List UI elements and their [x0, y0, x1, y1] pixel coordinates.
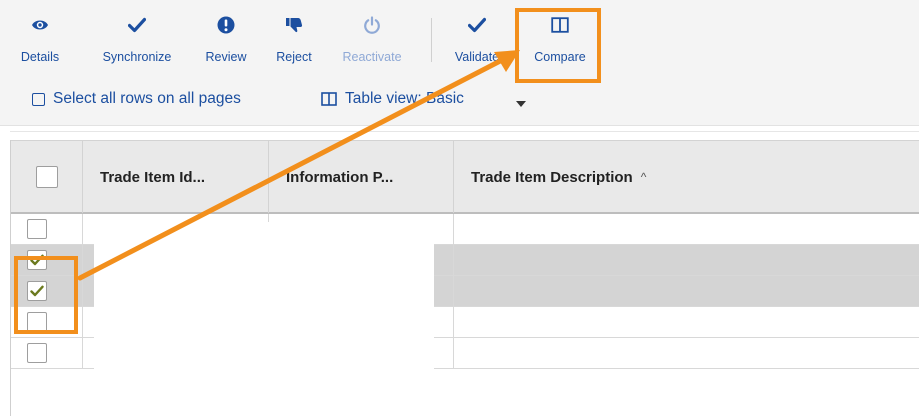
- validate-button[interactable]: Validate: [450, 10, 504, 72]
- trade-item-description-cell: [454, 214, 919, 244]
- table-view-selector[interactable]: Table view: Basic: [321, 90, 464, 108]
- table-header: Trade Item Id... Information P... Trade …: [11, 140, 919, 214]
- thumbs-down-icon: [285, 10, 303, 40]
- eye-icon: [31, 10, 49, 40]
- select-all-checkbox[interactable]: [32, 92, 45, 106]
- checkmark-icon: [468, 10, 486, 40]
- checkmark-icon: [128, 10, 146, 40]
- review-button[interactable]: Review: [196, 10, 256, 72]
- header-select-cell: [11, 141, 83, 213]
- toolbar-divider: [431, 18, 432, 62]
- sort-ascending-icon[interactable]: ^: [641, 170, 647, 184]
- reject-label: Reject: [276, 50, 312, 64]
- column-header-trade-item-description[interactable]: Trade Item Description ^: [454, 141, 919, 213]
- row-checkbox[interactable]: [27, 343, 47, 363]
- header-select-checkbox[interactable]: [35, 166, 58, 188]
- redaction-overlay: [94, 222, 434, 382]
- row-select-cell: [11, 338, 83, 368]
- details-button[interactable]: Details: [14, 10, 66, 72]
- trade-item-description-cell: [454, 338, 919, 368]
- highlight-selected-rows-box: [14, 256, 78, 334]
- column-header-trade-item-id[interactable]: Trade Item Id...: [83, 141, 269, 213]
- toolbar: Details Synchronize Review Reject Reacti…: [0, 0, 919, 126]
- reject-button[interactable]: Reject: [268, 10, 320, 72]
- table-view-dropdown-icon[interactable]: [516, 101, 526, 107]
- reactivate-button[interactable]: Reactivate: [332, 10, 412, 72]
- review-label: Review: [205, 50, 247, 64]
- column-header-information-provider[interactable]: Information P...: [269, 141, 454, 213]
- highlight-compare-box: [515, 8, 601, 83]
- details-label: Details: [20, 50, 60, 64]
- power-icon: [363, 10, 381, 40]
- divider: [10, 131, 919, 132]
- trade-item-description-cell: [454, 307, 919, 337]
- select-all-label: Select all rows on all pages: [53, 90, 241, 107]
- table-view-icon: [321, 92, 337, 106]
- exclamation-icon: [217, 10, 235, 40]
- trade-item-description-cell: [454, 245, 919, 275]
- validate-label: Validate: [454, 50, 500, 64]
- row-select-cell: [11, 214, 83, 244]
- column-header-label: Trade Item Id...: [100, 168, 206, 186]
- trade-item-description-cell: [454, 276, 919, 306]
- column-header-label: Trade Item Description: [471, 168, 633, 186]
- row-checkbox[interactable]: [27, 219, 47, 239]
- reactivate-label: Reactivate: [342, 50, 402, 64]
- table-view-label: Table view: Basic: [345, 90, 464, 107]
- column-header-label: Information P...: [286, 168, 394, 186]
- synchronize-button[interactable]: Synchronize: [90, 10, 184, 72]
- synchronize-label: Synchronize: [102, 50, 172, 64]
- select-all-rows-toggle[interactable]: Select all rows on all pages: [32, 90, 241, 108]
